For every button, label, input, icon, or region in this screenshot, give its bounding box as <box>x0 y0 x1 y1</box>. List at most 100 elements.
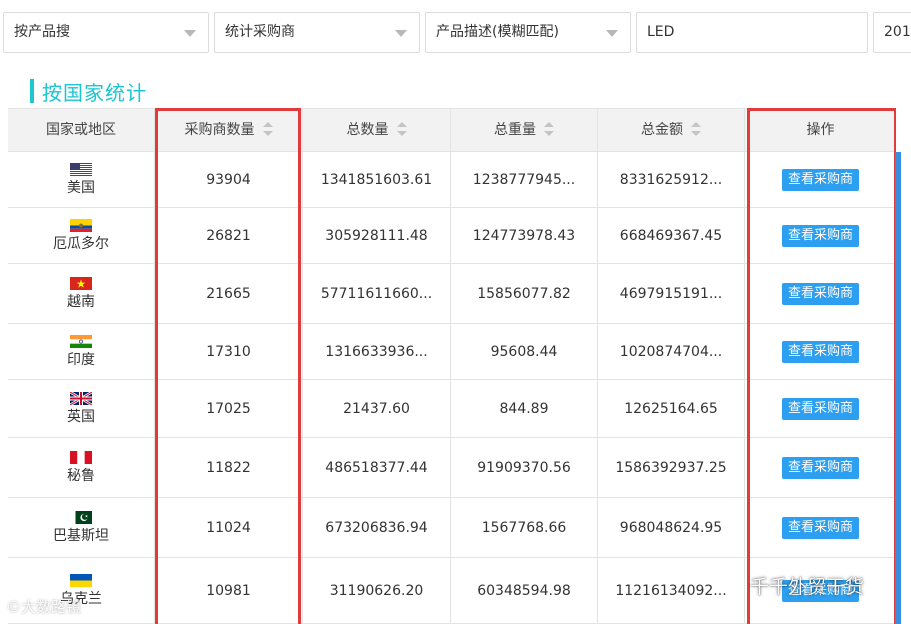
cell-country: 厄瓜多尔 <box>8 208 155 263</box>
watermark-right-text: 千千外贸干货 <box>750 576 865 598</box>
table-row: 美国 93904 1341851603.61 1238777945... 8331625… <box>8 152 896 208</box>
cell-buyers: 93904 <box>155 152 303 207</box>
qty-value: 31190626.20 <box>329 582 424 599</box>
sort-icon[interactable] <box>544 122 554 136</box>
cell-country: 印度 <box>8 324 155 379</box>
flag-pk-icon <box>70 511 92 524</box>
header-total-qty-label: 总数量 <box>346 122 389 138</box>
flag-ec-icon <box>70 219 92 232</box>
qty-value: 57711611660... <box>320 285 433 302</box>
table-row: 秘鲁 11822 486518377.44 91909370.56 1586392937… <box>8 438 896 498</box>
country-stats-table: 国家或地区 采购商数量 总数量 总重量 总金额 操作 美国 93904 134185… <box>8 108 896 624</box>
cell-action: 查看采购商 <box>745 498 896 557</box>
cell-action: 查看采购商 <box>745 324 896 379</box>
table-row: 英国 17025 21437.60 844.89 12625164.65 查看采购商 <box>8 380 896 438</box>
header-total-weight[interactable]: 总重量 <box>451 109 598 152</box>
view-buyers-button[interactable]: 查看采购商 <box>781 456 859 479</box>
qty-value: 1341851603.61 <box>320 171 433 188</box>
amount-value: 1020874704... <box>619 343 723 360</box>
sort-icon[interactable] <box>691 122 701 136</box>
cell-qty: 305928111.48 <box>303 208 451 263</box>
header-buyers[interactable]: 采购商数量 <box>155 109 303 152</box>
flag-us-icon <box>70 163 92 176</box>
watermark-left: ©大数路镜 <box>6 598 82 616</box>
cell-qty: 673206836.94 <box>303 498 451 557</box>
product-search-label: 按产品搜 <box>14 24 70 40</box>
buyers-value: 93904 <box>206 171 251 188</box>
scrollbar-track[interactable] <box>895 152 901 624</box>
title-accent-bar <box>30 79 34 103</box>
view-buyers-button[interactable]: 查看采购商 <box>781 168 859 191</box>
cell-buyers: 11024 <box>155 498 303 557</box>
header-total-weight-label: 总重量 <box>494 122 536 138</box>
qty-value: 486518377.44 <box>325 459 428 476</box>
buyers-value: 17310 <box>206 343 251 360</box>
cell-amount: 8331625912... <box>598 152 745 207</box>
header-country-label: 国家或地区 <box>46 122 116 138</box>
buyer-stats-label: 统计采购商 <box>225 24 295 40</box>
amount-value: 668469367.45 <box>619 227 723 244</box>
header-buyers-label: 采购商数量 <box>184 122 255 138</box>
cell-weight: 844.89 <box>451 380 598 437</box>
cell-qty: 1316633936... <box>303 324 451 379</box>
cell-action: 查看采购商 <box>745 264 896 323</box>
cell-action: 查看采购商 <box>745 208 896 263</box>
header-action-label: 操作 <box>806 122 835 138</box>
view-buyers-button[interactable]: 查看采购商 <box>781 516 859 539</box>
product-search-select[interactable]: 按产品搜 <box>3 12 209 53</box>
buyers-value: 17025 <box>206 400 251 417</box>
country-name: 巴基斯坦 <box>53 528 109 544</box>
amount-value: 1586392937.25 <box>615 459 727 476</box>
cell-country: 秘鲁 <box>8 438 155 497</box>
amount-value: 12625164.65 <box>624 400 718 417</box>
header-total-qty[interactable]: 总数量 <box>303 109 451 152</box>
keyword-input[interactable]: LED <box>636 12 868 53</box>
weight-value: 1238777945... <box>472 171 576 188</box>
chevron-down-icon <box>606 30 618 37</box>
amount-value: 4697915191... <box>619 285 723 302</box>
cell-country: 英国 <box>8 380 155 437</box>
view-buyers-button[interactable]: 查看采购商 <box>781 224 859 247</box>
view-buyers-button[interactable]: 查看采购商 <box>781 282 859 305</box>
cell-buyers: 26821 <box>155 208 303 263</box>
cell-weight: 15856077.82 <box>451 264 598 323</box>
view-buyers-button[interactable]: 查看采购商 <box>781 340 859 363</box>
buyer-stats-select[interactable]: 统计采购商 <box>214 12 420 53</box>
header-action: 操作 <box>745 109 896 152</box>
watermark-right: 千千外贸干货 <box>722 572 864 599</box>
cell-qty: 31190626.20 <box>303 558 451 623</box>
cell-action: 查看采购商 <box>745 438 896 497</box>
buyers-value: 11822 <box>206 459 251 476</box>
weight-value: 124773978.43 <box>472 227 576 244</box>
cell-weight: 1567768.66 <box>451 498 598 557</box>
year-select[interactable]: 201 <box>873 12 911 53</box>
header-total-amount[interactable]: 总金额 <box>598 109 745 152</box>
cell-country: 美国 <box>8 152 155 207</box>
match-mode-select[interactable]: 产品描述(模糊匹配) <box>425 12 631 53</box>
table-header-row: 国家或地区 采购商数量 总数量 总重量 总金额 操作 <box>8 108 896 152</box>
year-value: 201 <box>884 24 911 40</box>
view-buyers-button[interactable]: 查看采购商 <box>781 397 859 420</box>
amount-value: 968048624.95 <box>619 519 723 536</box>
amount-value: 11216134092... <box>615 582 727 599</box>
cell-amount: 4697915191... <box>598 264 745 323</box>
flag-in-icon <box>70 335 92 348</box>
cell-action: 查看采购商 <box>745 380 896 437</box>
flag-pe-icon <box>70 451 92 464</box>
qty-value: 21437.60 <box>343 400 410 417</box>
cell-weight: 91909370.56 <box>451 438 598 497</box>
qty-value: 673206836.94 <box>325 519 428 536</box>
qty-value: 1316633936... <box>325 343 428 360</box>
cell-weight: 124773978.43 <box>451 208 598 263</box>
cell-amount: 1586392937.25 <box>598 438 745 497</box>
cell-qty: 486518377.44 <box>303 438 451 497</box>
chevron-down-icon <box>184 30 196 37</box>
cell-weight: 1238777945... <box>451 152 598 207</box>
cell-buyers: 17025 <box>155 380 303 437</box>
country-name: 厄瓜多尔 <box>53 236 109 252</box>
sort-icon[interactable] <box>262 122 273 136</box>
sort-icon[interactable] <box>396 122 407 136</box>
flag-vn-icon <box>70 277 92 290</box>
cell-weight: 95608.44 <box>451 324 598 379</box>
cell-amount: 668469367.45 <box>598 208 745 263</box>
